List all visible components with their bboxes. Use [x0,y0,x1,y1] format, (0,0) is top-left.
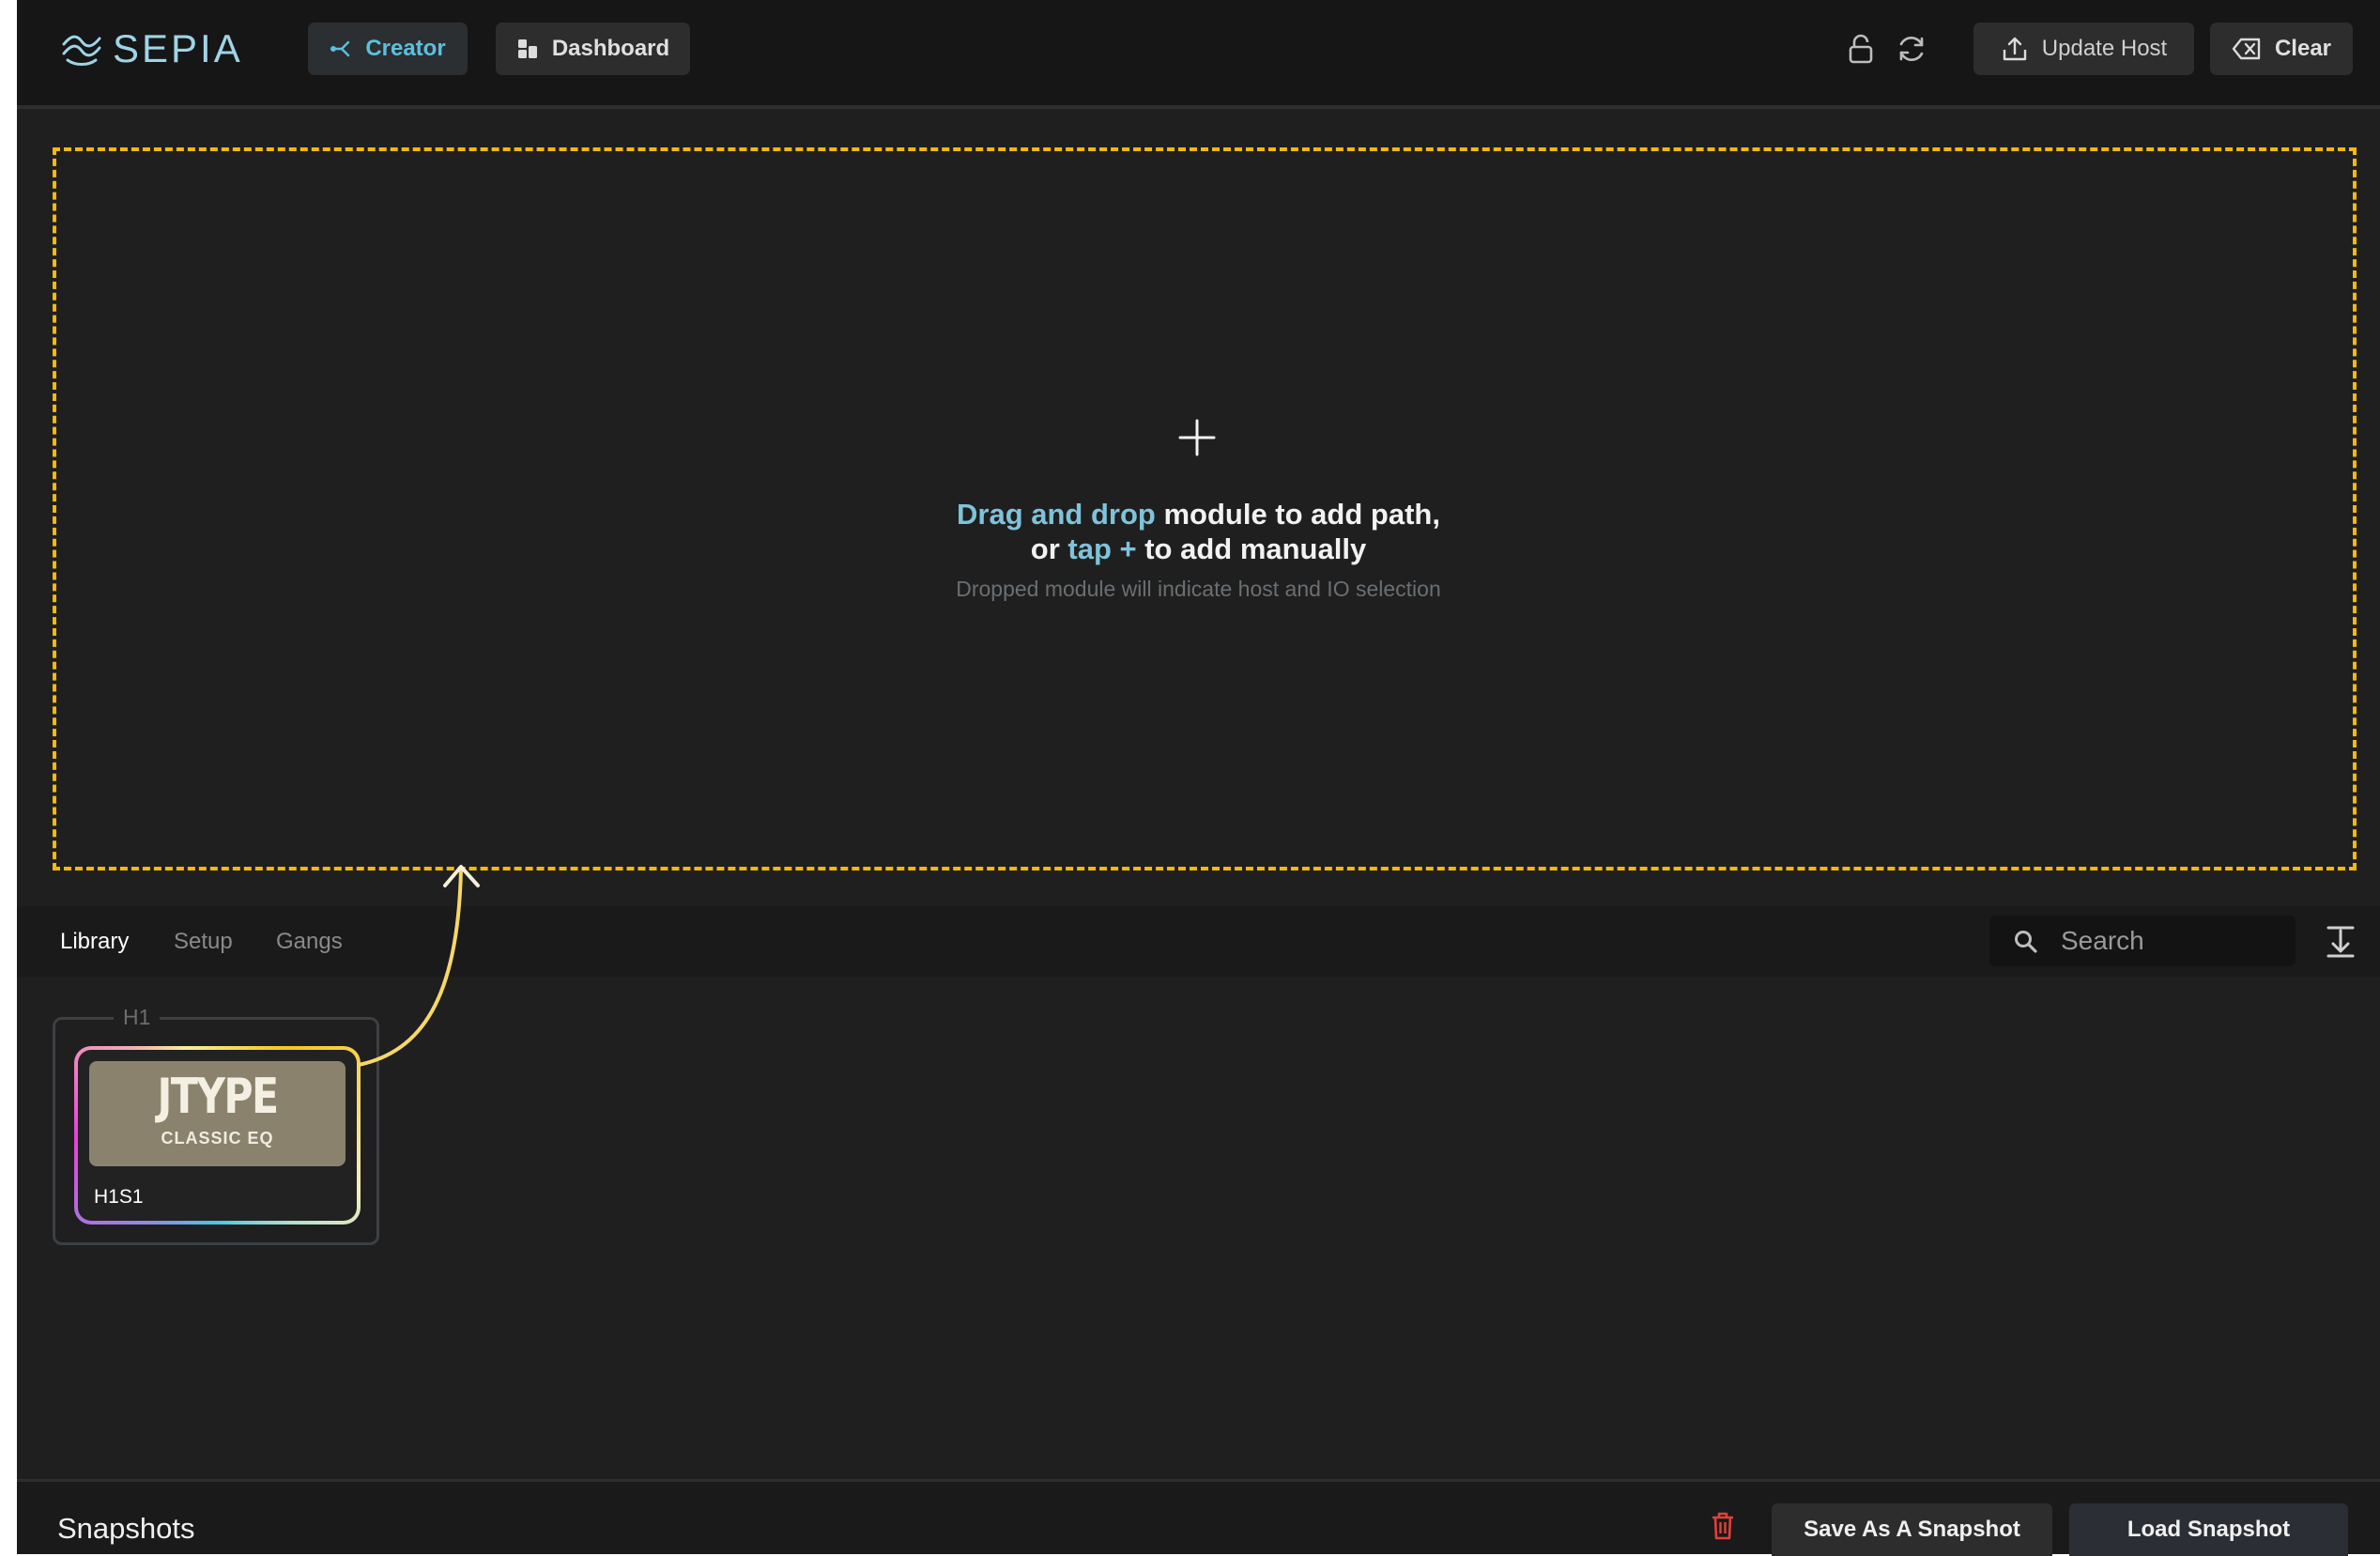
tab-dashboard[interactable]: Dashboard [496,23,690,75]
backspace-icon [2232,38,2261,60]
load-snapshot-button[interactable]: Load Snapshot [2069,1503,2348,1556]
update-host-button[interactable]: Update Host [1973,23,2194,75]
module-brand: JTYPE [157,1069,279,1125]
module-subtitle: CLASSIC EQ [161,1129,274,1148]
refresh-icon[interactable] [1893,30,1930,68]
tab-dashboard-label: Dashboard [551,36,670,61]
search-icon [2015,931,2037,953]
drop-hint: Dropped module will indicate host and IO… [956,577,1441,601]
drop-instruction-line1: Drag and drop module to add path, [17,498,2380,532]
snapshots-title: Snapshots [57,1512,195,1545]
drop-instruction-line2: or tap + to add manually [17,532,2380,566]
add-path-plus-icon[interactable] [1177,418,1217,457]
module-thumbnail: JTYPE CLASSIC EQ [89,1061,345,1166]
sepia-logo: SEPIA [60,26,243,70]
drop-suffix: to add manually [1136,532,1367,565]
trash-icon[interactable] [1710,1511,1736,1541]
drop-highlight: Drag and drop [957,498,1156,531]
update-host-label: Update Host [2041,36,2168,61]
tap-plus-highlight: tap + [1067,532,1137,565]
collapse-to-bottom-icon[interactable] [2326,925,2356,959]
module-card-body: JTYPE CLASSIC EQ H1S1 [78,1050,357,1221]
save-snapshot-button[interactable]: Save As A Snapshot [1772,1503,2052,1556]
drop-prefix: or [1030,532,1068,565]
dashboard-icon [517,39,537,58]
module-card[interactable]: JTYPE CLASSIC EQ H1S1 [74,1046,361,1225]
clear-button[interactable]: Clear [2210,23,2353,75]
tab-setup[interactable]: Setup [174,929,233,955]
route-icon [330,40,350,57]
search-box [1989,916,2296,966]
lock-icon[interactable] [1842,30,1880,68]
upload-icon [2003,37,2026,61]
app-name: SEPIA [113,26,243,70]
tab-creator[interactable]: Creator [308,23,468,75]
wave-logo-icon [62,35,101,66]
search-input[interactable] [2061,916,2277,966]
host-label: H1 [114,1005,161,1030]
top-bar: SEPIA Creator Dashboard Update Host Clea… [17,0,2380,109]
tab-library[interactable]: Library [60,929,129,955]
snapshots-bar: Snapshots Save As A Snapshot Load Snapsh… [17,1479,2380,1556]
tab-gangs[interactable]: Gangs [276,929,343,955]
app-window: SEPIA Creator Dashboard Update Host Clea… [17,0,2380,1556]
host-group: H1 JTYPE CLASSIC EQ H1S1 [53,1005,379,1245]
tab-creator-label: Creator [365,36,446,61]
drag-hint-arrow-icon [357,865,480,1067]
clear-label: Clear [2274,36,2332,61]
module-id: H1S1 [94,1186,144,1208]
drop-text: module to add path, [1155,498,1440,531]
